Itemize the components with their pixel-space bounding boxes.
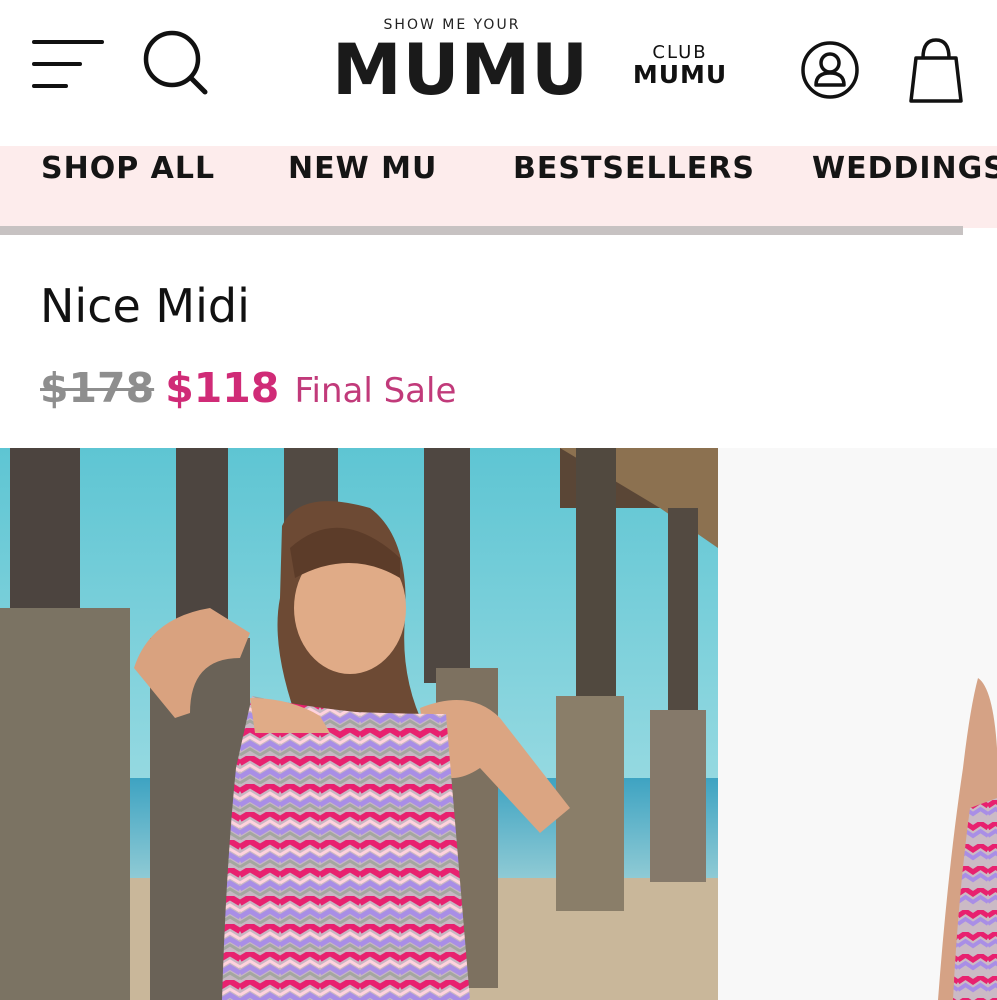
product-image-main[interactable] [0, 448, 718, 1000]
site-logo[interactable]: SHOW ME YOUR MUMU [332, 14, 589, 111]
logo-wordmark: MUMU [332, 29, 589, 111]
product-gallery[interactable] [0, 448, 997, 1000]
product-title: Nice Midi [40, 279, 250, 333]
hamburger-menu-icon[interactable] [30, 36, 106, 94]
shopping-bag-icon[interactable] [906, 36, 966, 106]
original-price: $178 [40, 364, 155, 412]
club-label-main: MUMU [632, 60, 728, 89]
account-icon[interactable] [800, 40, 860, 100]
nav-item-new-mu[interactable]: NEW MU [288, 146, 437, 192]
nav-item-weddings[interactable]: WEDDINGS [812, 146, 997, 192]
nav-scrollbar[interactable] [0, 226, 963, 235]
product-image-secondary[interactable] [718, 448, 997, 1000]
site-header: SHOW ME YOUR MUMU CLUB MUMU [0, 0, 997, 146]
category-nav: SHOP ALL NEW MU BESTSELLERS WEDDINGS [0, 146, 997, 228]
nav-item-shop-all[interactable]: SHOP ALL [41, 146, 215, 192]
club-mumu-link[interactable]: CLUB MUMU [628, 42, 732, 89]
final-sale-label: Final Sale [294, 371, 457, 411]
search-icon[interactable] [141, 30, 211, 96]
price-row: $178 $118 Final Sale [40, 364, 456, 414]
sale-price: $118 [165, 364, 280, 412]
nav-item-bestsellers[interactable]: BESTSELLERS [513, 146, 755, 192]
